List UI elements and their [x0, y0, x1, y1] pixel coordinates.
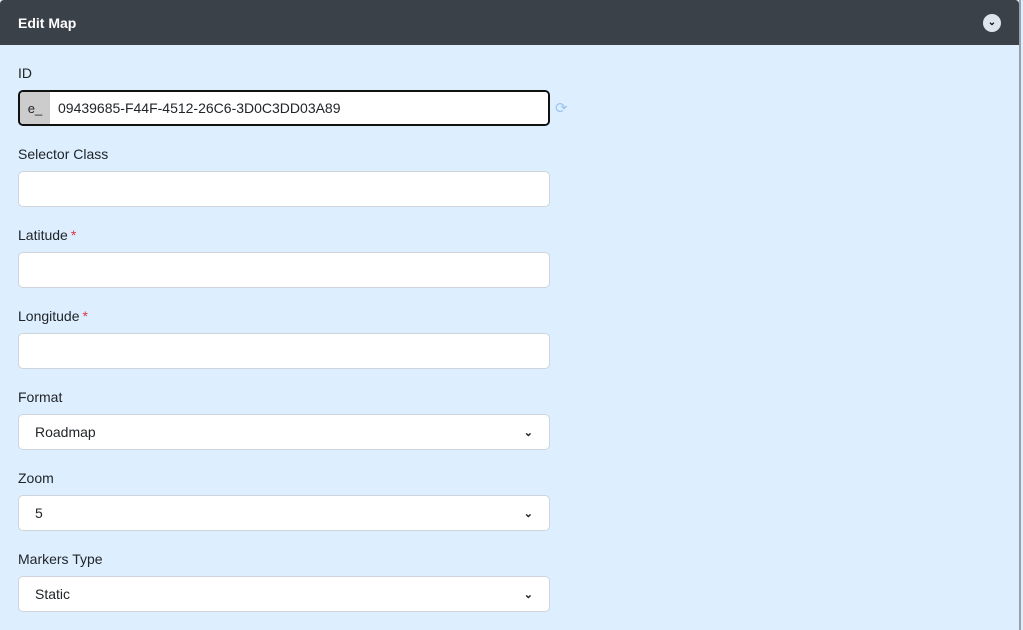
id-input[interactable]: 09439685-F44F-4512-26C6-3D0C3DD03A89 — [50, 92, 548, 124]
format-select[interactable]: Roadmap ⌄ — [18, 414, 550, 450]
collapse-chevron-icon[interactable]: ⌄ — [983, 13, 1001, 32]
selector-class-label: Selector Class — [18, 146, 109, 162]
required-mark: * — [82, 308, 88, 324]
panel-header[interactable]: Edit Map ⌄ — [0, 0, 1019, 45]
zoom-select[interactable]: 5 ⌄ — [18, 495, 550, 531]
id-prefix: e_ — [20, 92, 50, 124]
chevron-down-icon: ⌄ — [523, 426, 533, 439]
zoom-label: Zoom — [18, 470, 54, 486]
id-label: ID — [18, 65, 32, 81]
latitude-label-text: Latitude — [18, 227, 68, 243]
required-mark: * — [70, 227, 77, 243]
longitude-label: Longitude * — [18, 308, 1001, 324]
edit-map-panel: Edit Map ⌄ ID e_ 09439685-F44F-4512-26C6… — [0, 0, 1021, 630]
longitude-input[interactable] — [18, 333, 550, 369]
markers-type-select[interactable]: Static ⌄ — [18, 576, 550, 612]
latitude-input[interactable] — [18, 252, 550, 288]
selector-class-input[interactable] — [18, 171, 550, 207]
format-value: Roadmap — [35, 424, 96, 440]
id-input-group[interactable]: e_ 09439685-F44F-4512-26C6-3D0C3DD03A89 — [18, 90, 550, 126]
chevron-down-icon: ⌄ — [523, 588, 533, 601]
zoom-value: 5 — [35, 505, 43, 521]
format-label: Format — [18, 389, 63, 405]
longitude-label-text: Longitude — [18, 308, 80, 324]
chevron-down-icon: ⌄ — [523, 507, 533, 520]
panel-title: Edit Map — [18, 14, 77, 31]
regenerate-id-icon[interactable]: ⟳ — [555, 99, 568, 117]
latitude-label: Latitude * — [18, 227, 1001, 243]
map-form: ID e_ 09439685-F44F-4512-26C6-3D0C3DD03A… — [0, 65, 1019, 612]
markers-type-value: Static — [35, 586, 71, 602]
markers-type-label: Markers Type — [18, 551, 103, 567]
